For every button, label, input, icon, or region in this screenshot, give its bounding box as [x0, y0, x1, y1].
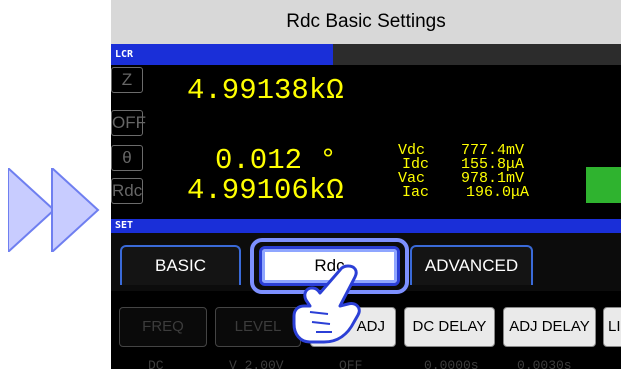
param-off-button[interactable]: OFF [111, 110, 146, 136]
lcr-section-label: LCR [111, 44, 333, 65]
lcr-header-bar [333, 44, 621, 65]
tab-advanced[interactable]: ADVANCED [410, 245, 533, 285]
param-z-button[interactable]: Z [111, 67, 143, 93]
z-value: 4.99138kΩ [187, 74, 344, 107]
iac-value: 196.0μA [466, 184, 530, 201]
theta-value: 0.012 ° [215, 144, 337, 177]
adj-delay-button[interactable]: ADJ DELAY [503, 307, 596, 347]
limit-button[interactable]: LI [603, 307, 621, 347]
freq-button[interactable]: FREQ [119, 307, 207, 347]
judgment-indicator [586, 167, 621, 203]
temp-adj-value: OFF [339, 358, 363, 369]
adj-delay-value: 0.0030s [517, 358, 572, 369]
dc-delay-button[interactable]: DC DELAY [404, 307, 495, 347]
iac-label: Iac [402, 184, 430, 201]
rdc-value: 4.99106kΩ [187, 174, 344, 207]
page-title: Rdc Basic Settings [111, 0, 621, 44]
level-value: V 2.00V [229, 358, 284, 369]
dc-delay-value: 0.0000s [424, 358, 479, 369]
tab-basic[interactable]: BASIC [120, 245, 241, 285]
freq-value: DC [148, 358, 164, 369]
param-rdc-button[interactable]: Rdc [111, 178, 143, 204]
pointing-hand-icon [292, 264, 361, 344]
param-theta-button[interactable]: θ [111, 145, 143, 171]
set-section-label: SET [111, 219, 621, 233]
double-right-arrow-icon [8, 168, 100, 252]
